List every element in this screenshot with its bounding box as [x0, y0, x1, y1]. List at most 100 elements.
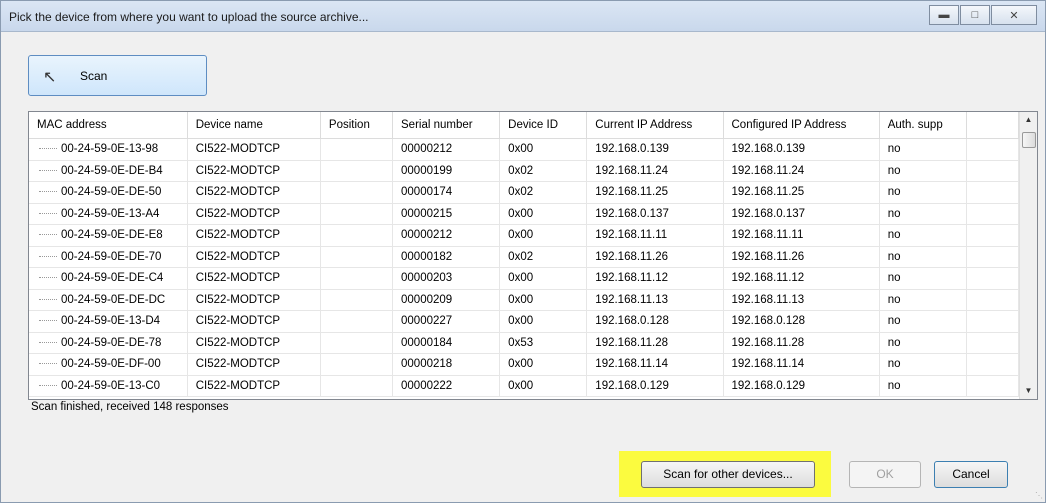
table-row[interactable]: 00-24-59-0E-13-C0 CI522-MODTCP 00000222 0x0…: [29, 375, 1020, 397]
table-cell: no: [879, 203, 967, 225]
table-cell: 192.168.11.26: [586, 246, 724, 268]
mac-address: 00-24-59-0E-DE-C4: [61, 272, 164, 285]
filler-cell: [966, 138, 1020, 161]
table-cell: CI522-MODTCP: [187, 375, 321, 397]
mac-address: 00-24-59-0E-13-98: [61, 143, 159, 156]
table-cell: [320, 267, 394, 290]
table-cell: 00000199: [392, 160, 501, 182]
table-cell: no: [879, 224, 967, 247]
table-cell: 192.168.11.28: [586, 332, 724, 354]
table-cell: 192.168.0.128: [586, 310, 724, 333]
table-cell: 00000203: [392, 267, 501, 290]
mac-address: 00-24-59-0E-13-D4: [61, 315, 161, 328]
mac-address: 00-24-59-0E-DE-70: [61, 250, 162, 263]
scroll-thumb[interactable]: [1022, 132, 1036, 148]
table-cell: no: [879, 332, 967, 354]
scroll-down-icon[interactable]: ▼: [1020, 383, 1037, 399]
table-cell: no: [879, 353, 967, 376]
column-header[interactable]: Configured IP Address: [723, 112, 880, 139]
mac-address: 00-24-59-0E-DE-50: [61, 186, 162, 199]
table-cell: [320, 181, 394, 204]
table-row[interactable]: 00-24-59-0E-13-98 CI522-MODTCP 00000212 0x0…: [29, 138, 1020, 161]
filler-cell: [966, 289, 1020, 311]
table-cell: 192.168.0.129: [586, 375, 724, 397]
table-cell: [320, 224, 394, 247]
table-cell: 192.168.11.25: [723, 181, 880, 204]
table-cell: 192.168.11.11: [586, 224, 724, 247]
mac-cell: 00-24-59-0E-DE-78: [29, 332, 188, 354]
table-cell: 0x00: [499, 310, 588, 333]
table-cell: 0x02: [499, 246, 588, 268]
tree-line-icon: [39, 363, 57, 365]
column-header[interactable]: Device name: [187, 112, 321, 139]
table-cell: 192.168.0.129: [723, 375, 880, 397]
mac-address: 00-24-59-0E-DE-78: [61, 336, 162, 349]
table-cell: CI522-MODTCP: [187, 181, 321, 204]
scan-other-devices-button[interactable]: Scan for other devices...: [641, 461, 815, 488]
mac-address: 00-24-59-0E-DE-B4: [61, 164, 163, 177]
table-cell: 0x53: [499, 332, 588, 354]
table-cell: 192.168.0.128: [723, 310, 880, 333]
table-row[interactable]: 00-24-59-0E-DE-50 CI522-MODTCP 00000174 0x0…: [29, 181, 1020, 204]
table-cell: [320, 332, 394, 354]
table-cell: 00000218: [392, 353, 501, 376]
maximize-icon[interactable]: □: [960, 5, 990, 25]
column-header-filler: [966, 112, 1020, 139]
table-cell: 0x00: [499, 224, 588, 247]
minimize-icon[interactable]: ▬: [929, 5, 959, 25]
table-cell: 00000212: [392, 224, 501, 247]
column-header[interactable]: Position: [320, 112, 394, 139]
table-cell: [320, 160, 394, 182]
mac-address: 00-24-59-0E-13-A4: [61, 207, 160, 220]
close-icon[interactable]: ✕: [991, 5, 1037, 25]
tree-line-icon: [39, 277, 57, 279]
table-cell: CI522-MODTCP: [187, 160, 321, 182]
table-cell: no: [879, 246, 967, 268]
table-cell: 192.168.0.137: [586, 203, 724, 225]
table-cell: CI522-MODTCP: [187, 310, 321, 333]
table-row[interactable]: 00-24-59-0E-DE-70 CI522-MODTCP 00000182 0x0…: [29, 246, 1020, 268]
window-title: Pick the device from where you want to u…: [9, 10, 369, 24]
vertical-scrollbar[interactable]: ▲ ▼: [1019, 112, 1037, 399]
table-cell: 00000212: [392, 138, 501, 161]
table-cell: 192.168.11.26: [723, 246, 880, 268]
mac-address: 00-24-59-0E-13-C0: [61, 379, 161, 392]
table-row[interactable]: 00-24-59-0E-DE-DC CI522-MODTCP 00000209 0x0…: [29, 289, 1020, 311]
table-cell: [320, 375, 394, 397]
column-header[interactable]: Device ID: [499, 112, 588, 139]
mac-cell: 00-24-59-0E-DE-70: [29, 246, 188, 268]
table-cell: 192.168.0.139: [723, 138, 880, 161]
scan-button[interactable]: ↖ Scan: [28, 55, 207, 96]
tree-line-icon: [39, 298, 57, 301]
table-row[interactable]: 00-24-59-0E-DE-B4 CI522-MODTCP 00000199 0x0…: [29, 160, 1020, 182]
table-cell: CI522-MODTCP: [187, 353, 321, 376]
scroll-up-icon[interactable]: ▲: [1020, 112, 1037, 128]
ok-button[interactable]: OK: [849, 461, 921, 488]
table-cell: no: [879, 267, 967, 290]
table-row[interactable]: 00-24-59-0E-DE-78 CI522-MODTCP 00000184 0x5…: [29, 332, 1020, 354]
table-cell: 192.168.0.139: [586, 138, 724, 161]
table-cell: CI522-MODTCP: [187, 267, 321, 290]
table-row[interactable]: 00-24-59-0E-DF-00 CI522-MODTCP 00000218 0x0…: [29, 353, 1020, 376]
cancel-button[interactable]: Cancel: [934, 461, 1008, 488]
column-header[interactable]: MAC address: [29, 112, 188, 139]
table-row[interactable]: 00-24-59-0E-13-D4 CI522-MODTCP 00000227 0x0…: [29, 310, 1020, 333]
table-cell: 192.168.11.12: [586, 267, 724, 290]
column-header[interactable]: Serial number: [392, 112, 501, 139]
table-row[interactable]: 00-24-59-0E-DE-C4 CI522-MODTCP 00000203 0x0…: [29, 267, 1020, 290]
table-row[interactable]: 00-24-59-0E-DE-E8 CI522-MODTCP 00000212 0x0…: [29, 224, 1020, 247]
filler-cell: [966, 181, 1020, 204]
mac-cell: 00-24-59-0E-DF-00: [29, 353, 188, 376]
device-table[interactable]: MAC address Device name Position Serial …: [28, 111, 1038, 400]
table-cell: no: [879, 310, 967, 333]
table-cell: CI522-MODTCP: [187, 289, 321, 311]
window-controls: ▬ □ ✕: [928, 5, 1037, 25]
table-row[interactable]: 00-24-59-0E-13-A4 CI522-MODTCP 00000215 0x0…: [29, 203, 1020, 225]
mac-cell: 00-24-59-0E-DE-DC: [29, 289, 188, 311]
filler-cell: [966, 332, 1020, 354]
resize-grip-icon[interactable]: ⋱: [1035, 491, 1043, 500]
mac-address: 00-24-59-0E-DE-E8: [61, 229, 163, 242]
mac-cell: 00-24-59-0E-DE-C4: [29, 267, 188, 290]
column-header[interactable]: Auth. supp: [879, 112, 967, 139]
column-header[interactable]: Current IP Address: [586, 112, 724, 139]
